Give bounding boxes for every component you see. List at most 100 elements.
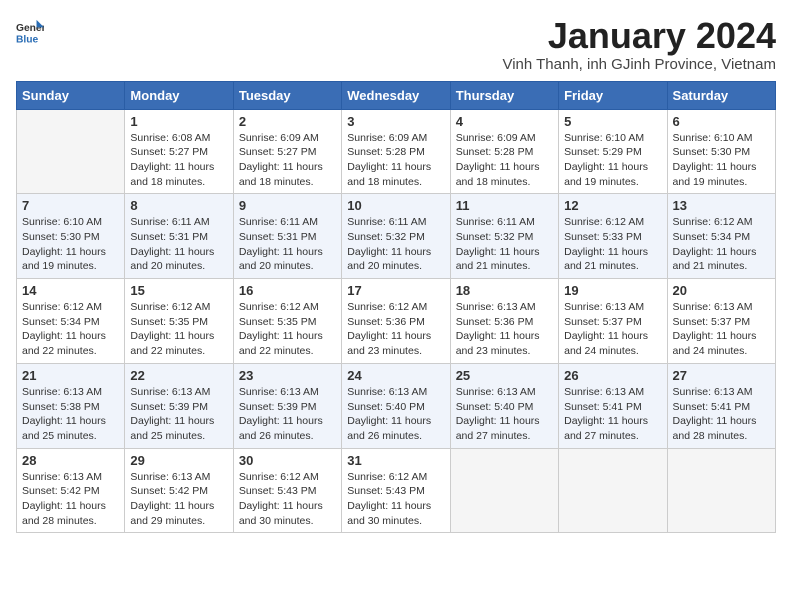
day-info: Sunrise: 6:13 AM Sunset: 5:36 PM Dayligh… — [456, 300, 553, 359]
day-number: 23 — [239, 368, 336, 383]
calendar-cell: 16 Sunrise: 6:12 AM Sunset: 5:35 PM Dayli… — [233, 279, 341, 364]
day-number: 13 — [673, 198, 770, 213]
calendar-table: SundayMondayTuesdayWednesdayThursdayFrid… — [16, 81, 776, 534]
weekday-header-friday: Friday — [559, 81, 667, 109]
calendar-cell — [667, 448, 775, 533]
day-info: Sunrise: 6:11 AM Sunset: 5:32 PM Dayligh… — [347, 215, 444, 274]
calendar-cell: 24 Sunrise: 6:13 AM Sunset: 5:40 PM Dayli… — [342, 363, 450, 448]
day-number: 31 — [347, 453, 444, 468]
calendar-cell — [17, 109, 125, 194]
logo: General Blue — [16, 16, 44, 46]
title-block: January 2024 Vinh Thanh, inh GJinh Provi… — [502, 16, 776, 73]
weekday-header-saturday: Saturday — [667, 81, 775, 109]
calendar-week-row: 21 Sunrise: 6:13 AM Sunset: 5:38 PM Dayli… — [17, 363, 776, 448]
day-number: 26 — [564, 368, 661, 383]
calendar-cell: 20 Sunrise: 6:13 AM Sunset: 5:37 PM Dayli… — [667, 279, 775, 364]
day-number: 3 — [347, 114, 444, 129]
day-info: Sunrise: 6:09 AM Sunset: 5:28 PM Dayligh… — [456, 131, 553, 190]
day-info: Sunrise: 6:12 AM Sunset: 5:36 PM Dayligh… — [347, 300, 444, 359]
day-info: Sunrise: 6:12 AM Sunset: 5:34 PM Dayligh… — [22, 300, 119, 359]
calendar-cell: 25 Sunrise: 6:13 AM Sunset: 5:40 PM Dayli… — [450, 363, 558, 448]
day-number: 30 — [239, 453, 336, 468]
day-info: Sunrise: 6:11 AM Sunset: 5:31 PM Dayligh… — [239, 215, 336, 274]
calendar-cell: 19 Sunrise: 6:13 AM Sunset: 5:37 PM Dayli… — [559, 279, 667, 364]
day-info: Sunrise: 6:12 AM Sunset: 5:35 PM Dayligh… — [130, 300, 227, 359]
calendar-cell: 7 Sunrise: 6:10 AM Sunset: 5:30 PM Daylig… — [17, 194, 125, 279]
calendar-cell: 29 Sunrise: 6:13 AM Sunset: 5:42 PM Dayli… — [125, 448, 233, 533]
calendar-header-row: SundayMondayTuesdayWednesdayThursdayFrid… — [17, 81, 776, 109]
day-number: 7 — [22, 198, 119, 213]
day-info: Sunrise: 6:10 AM Sunset: 5:29 PM Dayligh… — [564, 131, 661, 190]
day-info: Sunrise: 6:11 AM Sunset: 5:31 PM Dayligh… — [130, 215, 227, 274]
calendar-cell: 6Sunrise: 6:10 AM Sunset: 5:30 PM Daylig… — [667, 109, 775, 194]
day-info: Sunrise: 6:12 AM Sunset: 5:43 PM Dayligh… — [239, 470, 336, 529]
day-info: Sunrise: 6:13 AM Sunset: 5:40 PM Dayligh… — [347, 385, 444, 444]
day-number: 1 — [130, 114, 227, 129]
day-number: 18 — [456, 283, 553, 298]
day-info: Sunrise: 6:13 AM Sunset: 5:41 PM Dayligh… — [673, 385, 770, 444]
calendar-cell: 17 Sunrise: 6:12 AM Sunset: 5:36 PM Dayli… — [342, 279, 450, 364]
day-number: 10 — [347, 198, 444, 213]
day-number: 15 — [130, 283, 227, 298]
calendar-cell: 9 Sunrise: 6:11 AM Sunset: 5:31 PM Daylig… — [233, 194, 341, 279]
day-number: 29 — [130, 453, 227, 468]
day-number: 9 — [239, 198, 336, 213]
day-info: Sunrise: 6:13 AM Sunset: 5:42 PM Dayligh… — [130, 470, 227, 529]
day-info: Sunrise: 6:13 AM Sunset: 5:37 PM Dayligh… — [673, 300, 770, 359]
page-header: General Blue January 2024 Vinh Thanh, in… — [16, 16, 776, 73]
day-number: 17 — [347, 283, 444, 298]
logo-icon: General Blue — [16, 18, 44, 46]
day-number: 12 — [564, 198, 661, 213]
calendar-cell: 8 Sunrise: 6:11 AM Sunset: 5:31 PM Daylig… — [125, 194, 233, 279]
calendar-cell: 30 Sunrise: 6:12 AM Sunset: 5:43 PM Dayli… — [233, 448, 341, 533]
day-info: Sunrise: 6:12 AM Sunset: 5:34 PM Dayligh… — [673, 215, 770, 274]
day-info: Sunrise: 6:09 AM Sunset: 5:28 PM Dayligh… — [347, 131, 444, 190]
day-number: 16 — [239, 283, 336, 298]
calendar-cell — [559, 448, 667, 533]
day-info: Sunrise: 6:13 AM Sunset: 5:40 PM Dayligh… — [456, 385, 553, 444]
calendar-cell: 21 Sunrise: 6:13 AM Sunset: 5:38 PM Dayli… — [17, 363, 125, 448]
calendar-cell: 23 Sunrise: 6:13 AM Sunset: 5:39 PM Dayli… — [233, 363, 341, 448]
day-number: 28 — [22, 453, 119, 468]
calendar-cell — [450, 448, 558, 533]
calendar-week-row: 1 Sunrise: 6:08 AM Sunset: 5:27 PM Daylig… — [17, 109, 776, 194]
calendar-cell: 14 Sunrise: 6:12 AM Sunset: 5:34 PM Dayli… — [17, 279, 125, 364]
day-number: 11 — [456, 198, 553, 213]
day-info: Sunrise: 6:08 AM Sunset: 5:27 PM Dayligh… — [130, 131, 227, 190]
day-number: 14 — [22, 283, 119, 298]
svg-text:Blue: Blue — [16, 34, 39, 45]
day-info: Sunrise: 6:12 AM Sunset: 5:35 PM Dayligh… — [239, 300, 336, 359]
weekday-header-monday: Monday — [125, 81, 233, 109]
weekday-header-wednesday: Wednesday — [342, 81, 450, 109]
day-info: Sunrise: 6:13 AM Sunset: 5:37 PM Dayligh… — [564, 300, 661, 359]
calendar-cell: 10 Sunrise: 6:11 AM Sunset: 5:32 PM Dayli… — [342, 194, 450, 279]
day-number: 25 — [456, 368, 553, 383]
day-number: 8 — [130, 198, 227, 213]
day-number: 5 — [564, 114, 661, 129]
day-info: Sunrise: 6:13 AM Sunset: 5:39 PM Dayligh… — [239, 385, 336, 444]
calendar-cell: 22Sunrise: 6:13 AM Sunset: 5:39 PM Dayli… — [125, 363, 233, 448]
calendar-cell: 28Sunrise: 6:13 AM Sunset: 5:42 PM Dayli… — [17, 448, 125, 533]
day-info: Sunrise: 6:13 AM Sunset: 5:38 PM Dayligh… — [22, 385, 119, 444]
calendar-cell: 5 Sunrise: 6:10 AM Sunset: 5:29 PM Daylig… — [559, 109, 667, 194]
day-number: 27 — [673, 368, 770, 383]
calendar-cell: 11 Sunrise: 6:11 AM Sunset: 5:32 PM Dayli… — [450, 194, 558, 279]
day-info: Sunrise: 6:11 AM Sunset: 5:32 PM Dayligh… — [456, 215, 553, 274]
day-number: 21 — [22, 368, 119, 383]
day-number: 20 — [673, 283, 770, 298]
calendar-cell: 26 Sunrise: 6:13 AM Sunset: 5:41 PM Dayli… — [559, 363, 667, 448]
calendar-cell: 31Sunrise: 6:12 AM Sunset: 5:43 PM Dayli… — [342, 448, 450, 533]
calendar-cell: 27 Sunrise: 6:13 AM Sunset: 5:41 PM Dayli… — [667, 363, 775, 448]
location-subtitle: Vinh Thanh, inh GJinh Province, Vietnam — [502, 56, 776, 73]
calendar-cell: 2Sunrise: 6:09 AM Sunset: 5:27 PM Daylig… — [233, 109, 341, 194]
calendar-week-row: 28 Sunrise: 6:13 AM Sunset: 5:42 PM Dayli… — [17, 448, 776, 533]
day-info: Sunrise: 6:10 AM Sunset: 5:30 PM Dayligh… — [22, 215, 119, 274]
day-number: 24 — [347, 368, 444, 383]
calendar-cell: 12Sunrise: 6:12 AM Sunset: 5:33 PM Dayli… — [559, 194, 667, 279]
calendar-cell: 15 Sunrise: 6:12 AM Sunset: 5:35 PM Dayli… — [125, 279, 233, 364]
day-info: Sunrise: 6:13 AM Sunset: 5:41 PM Dayligh… — [564, 385, 661, 444]
calendar-cell: 1 Sunrise: 6:08 AM Sunset: 5:27 PM Daylig… — [125, 109, 233, 194]
day-number: 19 — [564, 283, 661, 298]
calendar-week-row: 14 Sunrise: 6:12 AM Sunset: 5:34 PM Dayli… — [17, 279, 776, 364]
weekday-header-sunday: Sunday — [17, 81, 125, 109]
